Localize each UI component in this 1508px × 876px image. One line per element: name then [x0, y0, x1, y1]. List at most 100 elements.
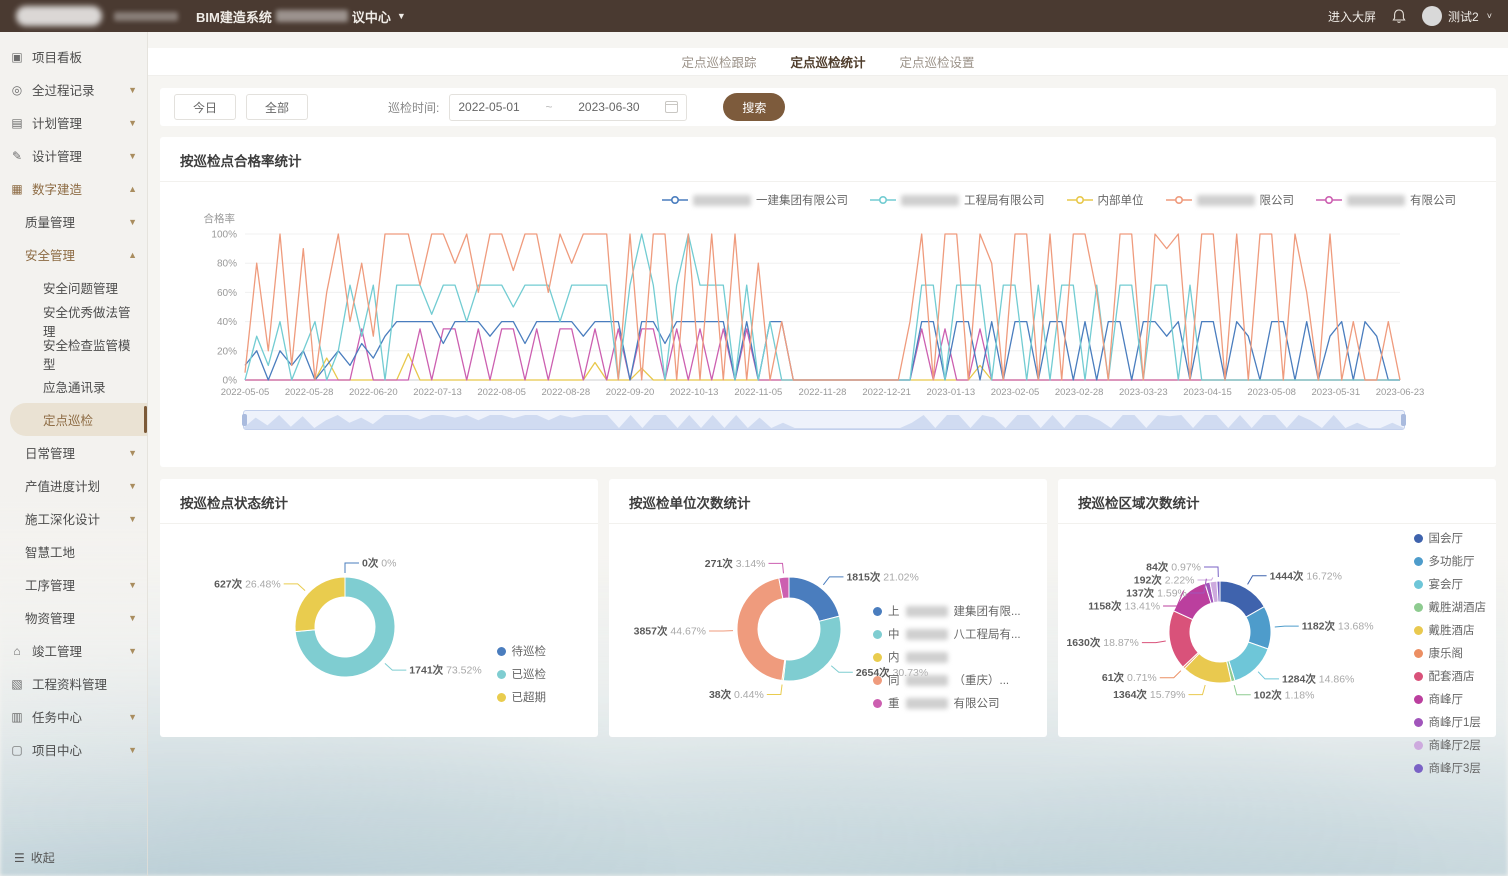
- svg-text:20%: 20%: [217, 346, 237, 357]
- sidebar-item-项目看板[interactable]: ▣项目看板: [0, 40, 147, 73]
- app-title[interactable]: BIM建造系统 议中心 ▼: [196, 7, 406, 26]
- sidebar-item-工序管理[interactable]: 工序管理▼: [0, 568, 147, 601]
- plan-icon: ▤: [9, 116, 25, 130]
- svg-text:2023-05-08: 2023-05-08: [1247, 387, 1296, 398]
- user-menu[interactable]: 测试2 ˅: [1422, 6, 1492, 26]
- all-filter-button[interactable]: 全部: [246, 94, 308, 120]
- legend-item[interactable]: 同（重庆）...: [873, 672, 1031, 688]
- pass-rate-line-chart[interactable]: 合格率0%20%40%60%80%100%2022-05-052022-05-2…: [160, 210, 1496, 408]
- sidebar-item-label: 工序管理: [25, 575, 75, 594]
- area-counts-donut-chart[interactable]: 84次 0.97%192次 2.22%137次 1.59%1158次 13.41…: [1058, 524, 1496, 734]
- notification-bell-icon[interactable]: [1392, 9, 1406, 24]
- sidebar-item-工程资料管理[interactable]: ▧工程资料管理: [0, 667, 147, 700]
- legend-item[interactable]: 一建集团有限公司: [662, 192, 848, 208]
- legend-label: 国会厅: [1429, 530, 1464, 546]
- tab-定点巡检统计[interactable]: 定点巡检统计: [790, 52, 865, 71]
- legend-line-marker-icon: [1166, 195, 1192, 205]
- redacted-company-name: [1197, 195, 1255, 206]
- date-range-separator: ~: [545, 100, 552, 114]
- datazoom-slider[interactable]: [243, 410, 1405, 430]
- counts-by-area-legend: 国会厅多功能厅宴会厅戴胜湖酒店戴胜酒店康乐阁配套酒店商峰厅商峰厅1层商峰厅2层商…: [1414, 530, 1487, 783]
- sidebar: ▣项目看板◎全过程记录▼▤计划管理▼✎设计管理▼▦数字建造▲质量管理▼安全管理▲…: [0, 32, 148, 876]
- legend-item[interactable]: 商峰厅3层: [1414, 760, 1487, 776]
- legend-dot-icon: [497, 647, 506, 656]
- sidebar-item-质量管理[interactable]: 质量管理▼: [0, 205, 147, 238]
- sidebar-item-label: 任务中心: [32, 707, 82, 726]
- sidebar-item-任务中心[interactable]: ▥任务中心▼: [0, 700, 147, 733]
- svg-text:2023-05-31: 2023-05-31: [1312, 387, 1361, 398]
- sidebar-item-安全检查监管模型[interactable]: 安全检查监管模型: [0, 337, 147, 370]
- legend-item[interactable]: 康乐阁: [1414, 645, 1487, 661]
- svg-text:合格率: 合格率: [204, 212, 236, 225]
- legend-item[interactable]: 戴胜湖酒店: [1414, 599, 1487, 615]
- sidebar-item-物资管理[interactable]: 物资管理▼: [0, 601, 147, 634]
- legend-label: 商峰厅: [1429, 691, 1464, 707]
- search-button[interactable]: 搜索: [723, 93, 785, 121]
- legend-label: 商峰厅2层: [1429, 737, 1481, 753]
- legend-item[interactable]: 已巡检: [497, 666, 547, 682]
- legend-label: 宴会厅: [1429, 576, 1464, 592]
- legend-item[interactable]: 商峰厅1层: [1414, 714, 1487, 730]
- company-logo: [16, 6, 102, 26]
- sidebar-item-定点巡检[interactable]: 定点巡检: [10, 403, 147, 436]
- svg-text:2022-08-28: 2022-08-28: [542, 387, 591, 398]
- legend-item[interactable]: 戴胜酒店: [1414, 622, 1487, 638]
- date-start-value[interactable]: 2022-05-01: [458, 100, 519, 114]
- legend-item[interactable]: 中八工程局有...: [873, 626, 1031, 642]
- topbar: BIM建造系统 议中心 ▼ 进入大屏 测试2 ˅: [0, 0, 1508, 32]
- sidebar-item-label: 安全管理: [25, 245, 75, 264]
- legend-item[interactable]: 内部单位: [1067, 192, 1144, 208]
- legend-item[interactable]: 上建集团有限...: [873, 603, 1031, 619]
- sidebar-item-项目中心[interactable]: ▢项目中心▼: [0, 733, 147, 766]
- legend-item[interactable]: 有限公司: [1316, 192, 1456, 208]
- enter-big-screen-link[interactable]: 进入大屏: [1328, 8, 1376, 25]
- legend-item[interactable]: 宴会厅: [1414, 576, 1487, 592]
- sidebar-item-数字建造[interactable]: ▦数字建造▲: [0, 172, 147, 205]
- legend-item[interactable]: 待巡检: [497, 643, 547, 659]
- legend-item[interactable]: 重有限公司: [873, 695, 1031, 711]
- sidebar-item-日常管理[interactable]: 日常管理▼: [0, 436, 147, 469]
- sidebar-item-智慧工地[interactable]: 智慧工地: [0, 535, 147, 568]
- today-filter-button[interactable]: 今日: [174, 94, 236, 120]
- svg-text:2022-11-05: 2022-11-05: [734, 387, 782, 398]
- legend-item[interactable]: 商峰厅: [1414, 691, 1487, 707]
- sidebar-item-施工深化设计[interactable]: 施工深化设计▼: [0, 502, 147, 535]
- tab-定点巡检设置[interactable]: 定点巡检设置: [900, 52, 975, 71]
- sidebar-item-产值进度计划[interactable]: 产值进度计划▼: [0, 469, 147, 502]
- sidebar-item-label: 日常管理: [25, 443, 75, 462]
- legend-item[interactable]: 商峰厅2层: [1414, 737, 1487, 753]
- date-range-input[interactable]: 2022-05-01 ~ 2023-06-30: [449, 94, 687, 121]
- sidebar-collapse-button[interactable]: ☰ 收起: [14, 849, 55, 866]
- legend-item[interactable]: 配套酒店: [1414, 668, 1487, 684]
- date-end-value[interactable]: 2023-06-30: [578, 100, 639, 114]
- svg-text:80%: 80%: [217, 259, 237, 270]
- legend-label: 配套酒店: [1429, 668, 1475, 684]
- user-chevron-down-icon: ˅: [1487, 11, 1492, 21]
- legend-dot-icon: [1414, 718, 1423, 727]
- sidebar-item-竣工管理[interactable]: ⌂竣工管理▼: [0, 634, 147, 667]
- legend-dot-icon: [1414, 603, 1423, 612]
- chevron-down-icon: ▼: [128, 514, 137, 524]
- legend-dot-icon: [873, 607, 882, 616]
- legend-item[interactable]: 工程局有限公司: [870, 192, 1045, 208]
- chevron-down-icon: ▼: [128, 646, 137, 656]
- status-donut-chart[interactable]: 627次 26.48%0次 0%1741次 73.52%待巡检已巡检已超期: [160, 524, 598, 734]
- app-title-text: BIM建造系统: [196, 7, 272, 26]
- unit-counts-donut-chart[interactable]: 271次 3.14%3857次 44.67%38次 0.44%1815次 21.…: [609, 524, 1047, 734]
- tab-定点巡检跟踪[interactable]: 定点巡检跟踪: [681, 52, 756, 71]
- sidebar-item-安全管理[interactable]: 安全管理▲: [0, 238, 147, 271]
- user-name: 测试2: [1448, 8, 1479, 25]
- sidebar-item-计划管理[interactable]: ▤计划管理▼: [0, 106, 147, 139]
- legend-item[interactable]: 国会厅: [1414, 530, 1487, 546]
- sidebar-item-label: 安全问题管理: [43, 278, 118, 297]
- sidebar-item-设计管理[interactable]: ✎设计管理▼: [0, 139, 147, 172]
- sidebar-item-安全问题管理[interactable]: 安全问题管理: [0, 271, 147, 304]
- svg-text:627次 26.48%: 627次 26.48%: [214, 577, 281, 590]
- sidebar-item-安全优秀做法管理[interactable]: 安全优秀做法管理: [0, 304, 147, 337]
- legend-item[interactable]: 已超期: [497, 689, 547, 705]
- legend-item[interactable]: 内: [873, 649, 1031, 665]
- sidebar-item-应急通讯录[interactable]: 应急通讯录: [0, 370, 147, 403]
- sidebar-item-全过程记录[interactable]: ◎全过程记录▼: [0, 73, 147, 106]
- legend-item[interactable]: 限公司: [1166, 192, 1295, 208]
- legend-item[interactable]: 多功能厅: [1414, 553, 1487, 569]
